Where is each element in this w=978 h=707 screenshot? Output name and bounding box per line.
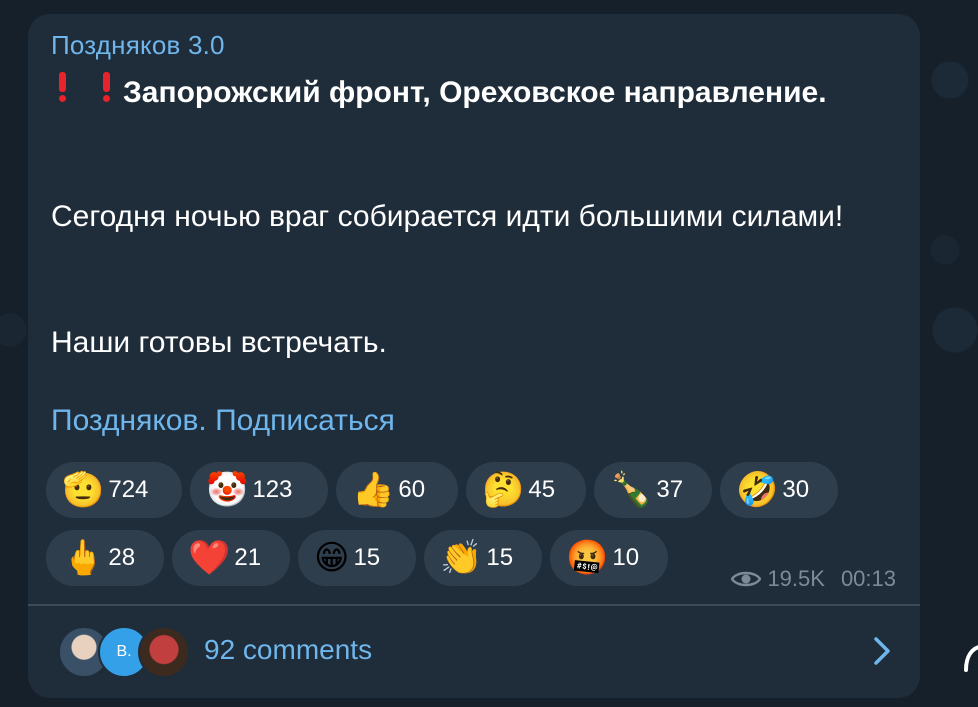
comments-link[interactable]: 92 comments — [204, 634, 372, 666]
reaction-count: 28 — [108, 544, 136, 571]
saluting-face-emoji-icon: 🫡 — [62, 470, 105, 510]
reaction-clapping[interactable]: 👏 15 — [424, 530, 542, 586]
reaction-cursing[interactable]: 🤬 10 — [550, 530, 668, 586]
post-paragraph-1: Сегодня ночью враг собирается идти больш… — [51, 200, 844, 233]
avatar — [138, 626, 190, 678]
clapping-hands-emoji-icon: 👏 — [440, 538, 483, 578]
reactions-row-1: 🫡 724 🤡 123 👍 60 🤔 45 🍾 37 🤣 30 — [46, 462, 838, 518]
reaction-champagne[interactable]: 🍾 37 — [594, 462, 712, 518]
comments-divider — [28, 604, 920, 606]
reaction-count: 21 — [234, 544, 262, 571]
reaction-count: 45 — [528, 476, 556, 503]
reaction-heart[interactable]: ❤️ 21 — [172, 530, 290, 586]
share-arrow-icon[interactable] — [962, 642, 978, 672]
message-time: 00:13 — [840, 566, 896, 591]
commenter-avatars: В. — [58, 626, 198, 680]
channel-name[interactable]: Поздняков 3.0 — [51, 30, 225, 61]
avatar-initial: В. — [116, 643, 132, 660]
reaction-thinking[interactable]: 🤔 45 — [466, 462, 586, 518]
post-headline: Запорожский фронт, Ореховское направлени… — [51, 72, 891, 113]
rolling-laughing-emoji-icon: 🤣 — [736, 470, 779, 510]
reaction-count: 15 — [353, 544, 381, 571]
cursing-face-emoji-icon: 🤬 — [566, 538, 609, 578]
thumbs-up-emoji-icon: 👍 — [352, 470, 395, 510]
reactions-row-2: 🖕 28 ❤️ 21 😁 15 👏 15 🤬 10 — [46, 530, 668, 586]
grinning-face-emoji-icon: 😁 — [314, 538, 350, 578]
message-meta: 19.5K 00:13 — [731, 566, 896, 592]
chevron-right-icon[interactable] — [870, 636, 894, 666]
red-heart-emoji-icon: ❤️ — [188, 538, 231, 578]
reaction-count: 724 — [108, 476, 149, 503]
subscribe-link[interactable]: Поздняков. Подписаться — [51, 404, 395, 438]
reaction-count: 60 — [398, 476, 426, 503]
thinking-face-emoji-icon: 🤔 — [482, 470, 525, 510]
reaction-clown[interactable]: 🤡 123 — [190, 462, 328, 518]
views-eye-icon — [731, 571, 762, 587]
reaction-saluting[interactable]: 🫡 724 — [46, 462, 182, 518]
reaction-count: 123 — [252, 476, 293, 503]
reaction-count: 10 — [612, 544, 640, 571]
middle-finger-emoji-icon: 🖕 — [62, 538, 105, 578]
reaction-count: 30 — [782, 476, 810, 503]
champagne-emoji-icon: 🍾 — [610, 470, 653, 510]
reaction-count: 37 — [656, 476, 684, 503]
reaction-thumbs-up[interactable]: 👍 60 — [336, 462, 458, 518]
views-count: 19.5K — [767, 566, 825, 591]
reaction-count: 15 — [486, 544, 514, 571]
double-exclamation-icon — [51, 72, 123, 102]
clown-face-emoji-icon: 🤡 — [206, 470, 249, 510]
reaction-middle-finger[interactable]: 🖕 28 — [46, 530, 164, 586]
headline-text: Запорожский фронт, Ореховское направлени… — [123, 76, 827, 109]
reaction-grinning[interactable]: 😁 15 — [298, 530, 416, 586]
post-paragraph-2: Наши готовы встречать. — [51, 326, 387, 359]
reaction-rolling-laughing[interactable]: 🤣 30 — [720, 462, 838, 518]
